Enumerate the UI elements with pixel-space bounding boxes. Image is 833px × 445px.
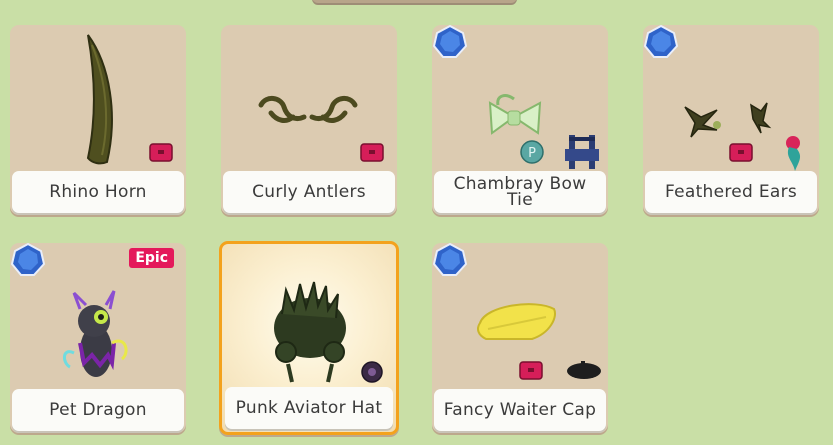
gem-icon — [432, 24, 468, 58]
item-card-pet-dragon[interactable]: Epic Pet Dragon — [10, 242, 186, 433]
item-card-chambray-bow-tie[interactable]: P Chambray Bow Tie — [432, 24, 608, 215]
item-card-curly-antlers[interactable]: Curly Antlers — [221, 25, 397, 215]
gem-icon — [10, 242, 46, 276]
item-card-rhino-horn[interactable]: Rhino Horn — [10, 25, 186, 215]
clothing-chest-icon — [519, 361, 543, 380]
svg-text:P: P — [528, 146, 536, 161]
clothing-chest-icon — [149, 143, 173, 162]
item-name-label: Punk Aviator Hat — [225, 387, 393, 429]
item-name-label: Rhino Horn — [12, 171, 184, 213]
gem-icon — [432, 242, 468, 276]
item-card-fancy-waiter-cap[interactable]: Fancy Waiter Cap — [432, 242, 608, 433]
suspenders-icon — [565, 135, 599, 169]
item-name-label: Curly Antlers — [223, 171, 395, 213]
punk-aviator-hat-image — [274, 281, 383, 383]
rare-flower-icon — [361, 361, 383, 383]
top-tab — [312, 0, 517, 3]
seahorse-icon — [786, 136, 801, 171]
pet-item-icon: P — [520, 140, 544, 164]
clothing-chest-icon — [729, 143, 753, 162]
item-card-feathered-ears[interactable]: Feathered Ears — [643, 24, 819, 215]
curly-antlers-image — [258, 96, 384, 162]
item-name-label: Pet Dragon — [12, 389, 184, 431]
beret-icon — [567, 361, 601, 379]
item-name-label: Feathered Ears — [645, 171, 817, 213]
clothing-chest-icon — [360, 143, 384, 162]
item-card-punk-aviator-hat[interactable]: Punk Aviator Hat — [219, 241, 399, 435]
item-name-label: Fancy Waiter Cap — [434, 389, 606, 431]
item-name-label: Chambray Bow Tie — [434, 171, 606, 213]
rhino-horn-image — [86, 34, 173, 165]
gem-icon — [643, 24, 679, 58]
epic-badge: Epic — [129, 248, 174, 268]
